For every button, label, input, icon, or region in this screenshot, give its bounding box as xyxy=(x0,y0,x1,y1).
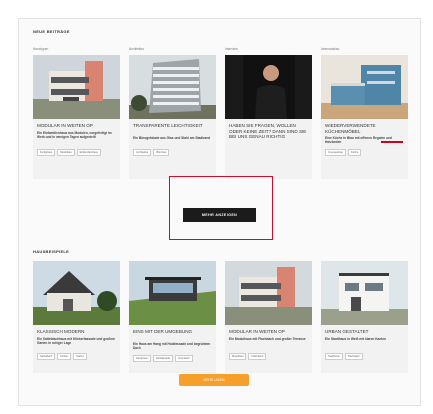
tag[interactable]: Stadthaus xyxy=(325,353,343,360)
tag[interactable]: Innenausbau xyxy=(325,149,347,156)
house-description: Ein Modulhaus mit Flachdach und großer T… xyxy=(229,337,306,341)
house-tags: Stadthaus Flachdach xyxy=(325,353,407,360)
post-title[interactable]: HABEN SIE FRAGEN, WOLLEN ODER KEINE ZEIT… xyxy=(229,123,309,140)
tag[interactable]: Bürobau xyxy=(153,149,170,156)
content-page: NEUE BEITRÄGE Haustypen MODULAR IN WEITE… xyxy=(18,18,421,406)
post-title[interactable]: WIEDERVERWENDETE KÜCHENMÖBEL xyxy=(325,123,405,134)
tag[interactable]: Hanghaus xyxy=(133,355,151,362)
house-card[interactable]: URBAN GESTALTET Ein Stadthaus in Weiß mi… xyxy=(321,261,408,373)
house-tags: Hanghaus Holzfassade Gründach xyxy=(133,355,215,362)
post-image[interactable] xyxy=(225,55,312,119)
post-tags: Innenausbau Küche xyxy=(325,149,407,156)
tag[interactable]: Holzfassade xyxy=(152,355,174,362)
post-image[interactable] xyxy=(321,55,408,119)
post-card[interactable]: Interview HABEN SIE FRAGEN, WOLLEN ODER … xyxy=(225,47,312,179)
section-title-new-posts: NEUE BEITRÄGE xyxy=(33,29,70,34)
tag[interactable]: Architektur xyxy=(133,149,152,156)
tag[interactable]: Fertighaus xyxy=(37,149,56,156)
post-description: Ein Einfamilienhaus aus Modulen, vorgefe… xyxy=(37,131,112,139)
house-title[interactable]: KLASSISCH MODERN xyxy=(37,329,117,335)
tag[interactable]: Gründach xyxy=(175,355,193,362)
house-description: Ein Satteldachhaus mit Klinkerfassade un… xyxy=(37,337,115,345)
house-card[interactable]: KLASSISCH MODERN Ein Satteldachhaus mit … xyxy=(33,261,120,373)
post-image[interactable] xyxy=(129,55,216,119)
red-marker-line xyxy=(381,141,403,143)
house-image[interactable] xyxy=(129,261,216,325)
load-more-button[interactable]: MEHR LADEN xyxy=(179,374,249,386)
house-tags: Modulbau Flachdach xyxy=(229,353,311,360)
tag[interactable]: Modulbau xyxy=(57,149,75,156)
tag[interactable]: Flachdach xyxy=(248,353,267,360)
house-card[interactable]: MODULAR IN WEITEN OP Ein Modulhaus mit F… xyxy=(225,261,312,373)
tag[interactable]: Garten xyxy=(73,353,88,360)
house-image[interactable] xyxy=(225,261,312,325)
post-description: Ein Bürogebäude aus Glas und Stahl am St… xyxy=(133,136,211,140)
post-title[interactable]: TRANSPARENTE LEICHTIGKEIT xyxy=(133,123,213,129)
house-title[interactable]: MODULAR IN WEITEN OP xyxy=(229,329,309,335)
house-title[interactable]: URBAN GESTALTET xyxy=(325,329,405,335)
house-description: Ein Stadthaus in Weiß mit klaren Kanten xyxy=(325,337,387,341)
tag[interactable]: Flachdach xyxy=(344,353,363,360)
more-posts-button[interactable]: MEHR ANZEIGEN xyxy=(183,208,256,222)
house-card[interactable]: EINS MIT DER UMGEBUNG Ein Haus am Hang m… xyxy=(129,261,216,373)
house-title[interactable]: EINS MIT DER UMGEBUNG xyxy=(133,329,213,335)
post-card[interactable]: Innenausbau WIEDERVERWENDETE KÜCHENMÖBEL… xyxy=(321,47,408,179)
tag[interactable]: Modulbau xyxy=(229,353,247,360)
post-category: Haustypen xyxy=(33,47,49,51)
post-category: Architektur xyxy=(129,47,145,51)
section-title-house-examples: HAUSBEISPIELE xyxy=(33,249,70,254)
post-image[interactable] xyxy=(33,55,120,119)
house-description: Ein Haus am Hang mit Holzfassade und beg… xyxy=(133,342,211,350)
post-category: Innenausbau xyxy=(321,47,340,51)
post-card[interactable]: Architektur TRANSPARENTE LEICHTIGKEIT Ei… xyxy=(129,47,216,179)
post-tags: Fertighaus Modulbau Einfamilienhaus xyxy=(37,149,119,156)
house-tags: Satteldach Klinker Garten xyxy=(37,353,119,360)
post-tags: Architektur Bürobau xyxy=(133,149,215,156)
tag[interactable]: Küche xyxy=(348,149,362,156)
post-card[interactable]: Haustypen MODULAR IN WEITEN OP Ein Einfa… xyxy=(33,47,120,179)
post-title[interactable]: MODULAR IN WEITEN OP xyxy=(37,123,117,129)
tag[interactable]: Satteldach xyxy=(37,353,56,360)
post-category: Interview xyxy=(225,47,238,51)
house-image[interactable] xyxy=(33,261,120,325)
tag[interactable]: Einfamilienhaus xyxy=(76,149,101,156)
house-image[interactable] xyxy=(321,261,408,325)
tag[interactable]: Klinker xyxy=(57,353,72,360)
